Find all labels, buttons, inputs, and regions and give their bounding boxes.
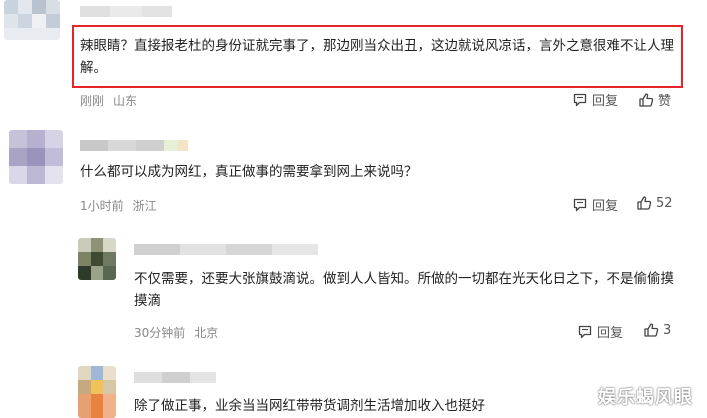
username-blurred[interactable] [134, 244, 318, 255]
thumbs-up-icon [644, 323, 659, 337]
comment-icon [578, 325, 592, 338]
comment-location: 浙江 [132, 199, 157, 213]
comment-text: 不仅需要，还要大张旗鼓滴说。做到人人皆知。所做的一切都在光天化日之下，不是偷偷摸… [134, 271, 674, 309]
comment-icon [573, 93, 587, 106]
like-button[interactable]: 3 [643, 322, 671, 338]
reply-label: 回复 [592, 94, 619, 109]
reply-button[interactable]: 回复 [572, 90, 618, 109]
comment-meta: 30分钟前 北京 [134, 324, 227, 341]
reply-button[interactable]: 回复 [572, 195, 618, 214]
watermark: 娱乐蝎风眼 [598, 387, 693, 408]
comment-icon [573, 198, 587, 211]
reply-label: 回复 [592, 199, 619, 214]
comment-meta: 刚刚 山东 [80, 92, 146, 109]
avatar[interactable] [78, 238, 116, 280]
comment-time: 1小时前 [80, 199, 124, 213]
comment-text: 除了做正事，业余当当网红带带货调剂生活增加收入也挺好 [134, 398, 485, 414]
reply-button[interactable]: 回复 [577, 322, 623, 341]
username-blurred[interactable] [80, 6, 172, 17]
avatar[interactable] [4, 0, 60, 40]
comment-time: 刚刚 [80, 94, 105, 108]
like-button[interactable]: 赞 [638, 90, 671, 109]
comment-time: 30分钟前 [134, 326, 186, 340]
username-blurred[interactable] [80, 140, 188, 151]
like-count: 52 [656, 195, 673, 211]
comment-text: 辣眼睛？直接报老杜的身份证就完事了，那边刚当众出丑，这边就说风凉话，言外之意很难… [80, 38, 674, 76]
reply-label: 回复 [597, 326, 624, 341]
avatar[interactable] [9, 130, 63, 184]
avatar[interactable] [78, 366, 116, 418]
thumbs-up-icon [637, 196, 652, 210]
like-label: 赞 [658, 94, 672, 109]
like-count: 3 [663, 322, 672, 338]
comment-text: 什么都可以成为网红，真正做事的需要拿到网上来说吗？ [80, 164, 418, 180]
comment-meta: 1小时前 浙江 [80, 197, 166, 214]
like-button[interactable]: 52 [636, 195, 673, 211]
username-blurred[interactable] [134, 372, 216, 383]
comment-location: 北京 [194, 326, 219, 340]
thumbs-up-icon [639, 92, 654, 107]
comment-location: 山东 [113, 94, 138, 108]
